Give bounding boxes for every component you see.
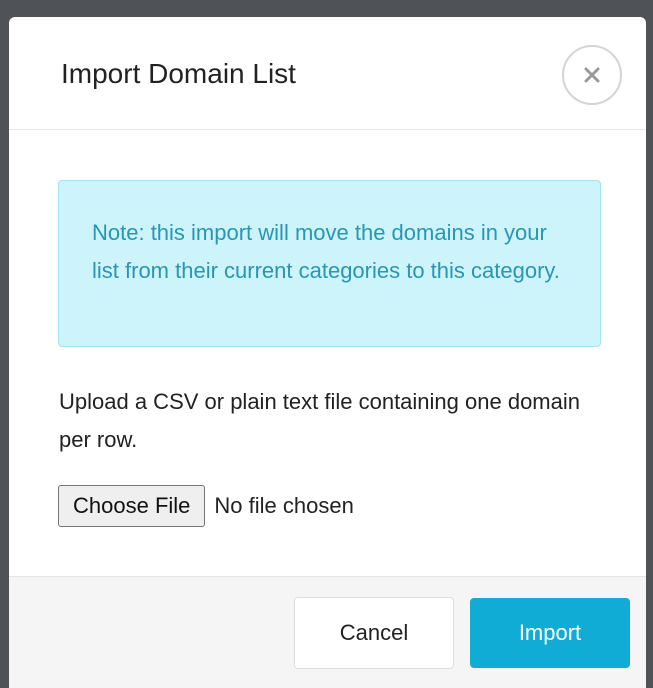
- choose-file-button[interactable]: Choose File: [58, 485, 206, 527]
- file-status: No file chosen: [214, 493, 354, 518]
- modal-footer: Cancel Import: [9, 576, 646, 688]
- modal-title: Import Domain List: [61, 58, 296, 89]
- import-button[interactable]: Import: [470, 598, 630, 668]
- cancel-button[interactable]: Cancel: [294, 597, 454, 669]
- note-text: Note: this import will move the domains …: [92, 220, 560, 283]
- modal-header: Import Domain List: [9, 17, 646, 130]
- file-input: Choose File No file chosen: [58, 484, 354, 528]
- import-domain-list-modal: Import Domain List Note: this import wil…: [9, 17, 646, 688]
- upload-instructions: Upload a CSV or plain text file containi…: [59, 389, 580, 452]
- close-icon: [584, 67, 600, 83]
- info-note: Note: this import will move the domains …: [58, 180, 601, 347]
- close-button[interactable]: [562, 45, 622, 105]
